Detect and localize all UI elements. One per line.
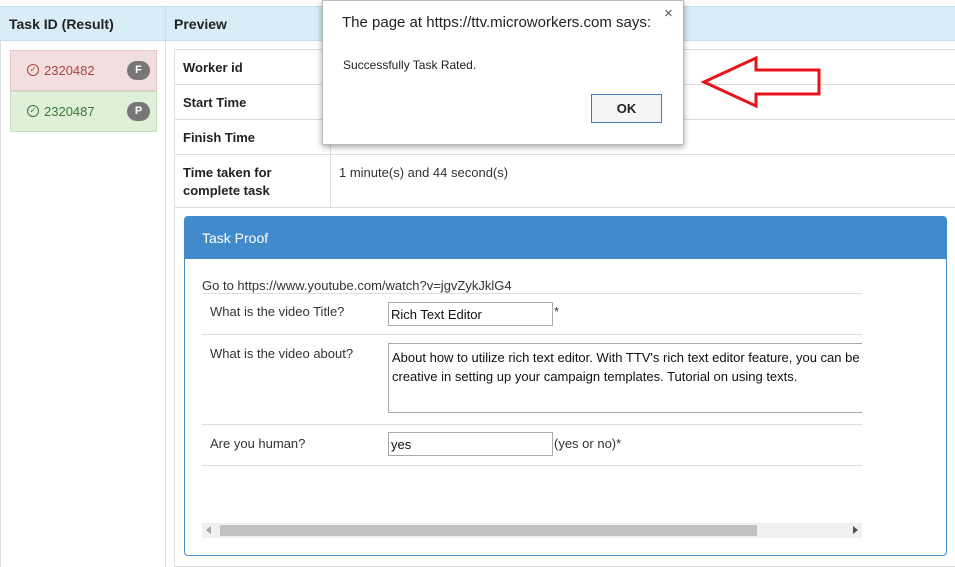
- page: Task ID (Result) Preview ✓ 2320482 F ✓ 2…: [0, 0, 955, 567]
- finish-time-label: Finish Time: [183, 130, 255, 145]
- check-circle-icon: ✓: [27, 64, 39, 76]
- time-taken-label: Time taken for complete task: [183, 164, 272, 200]
- scroll-right-icon[interactable]: [853, 526, 858, 534]
- scrollbar-thumb[interactable]: [220, 525, 757, 536]
- header-divider: [165, 7, 166, 42]
- task-proof-title: Task Proof: [185, 217, 946, 259]
- time-taken-label-line1: Time taken for: [183, 165, 272, 180]
- task-item-passed[interactable]: ✓ 2320487 P: [10, 91, 157, 132]
- question-video-about: What is the video about?: [210, 346, 354, 361]
- question-are-you-human: Are you human?: [210, 436, 306, 451]
- result-badge: P: [127, 102, 150, 121]
- question-video-title: What is the video Title?: [210, 304, 345, 319]
- video-title-answer[interactable]: Rich Text Editor: [388, 302, 553, 326]
- check-circle-icon: ✓: [27, 105, 39, 117]
- preview-header: Preview: [174, 16, 227, 32]
- close-icon[interactable]: ×: [664, 5, 673, 22]
- video-about-answer-line2: creative in setting up your campaign tem…: [392, 369, 798, 384]
- video-about-answer[interactable]: About how to utilize rich text editor. W…: [388, 343, 862, 413]
- task-item-failed[interactable]: ✓ 2320482 F: [10, 50, 157, 91]
- task-proof-panel: Task Proof Go to https://www.youtube.com…: [184, 216, 947, 556]
- task-id: 2320482: [44, 63, 95, 78]
- scroll-left-icon[interactable]: [206, 526, 211, 534]
- task-id: 2320487: [44, 104, 95, 119]
- human-answer[interactable]: yes: [388, 432, 553, 456]
- divider: [202, 465, 862, 466]
- time-taken-value: 1 minute(s) and 44 second(s): [339, 165, 509, 180]
- ok-button[interactable]: OK: [591, 94, 662, 123]
- dialog-message: Successfully Task Rated.: [343, 58, 477, 72]
- red-arrow-annotation: [700, 56, 821, 108]
- divider: [202, 424, 862, 425]
- task-id-header: Task ID (Result): [9, 16, 114, 32]
- video-about-answer-line1: About how to utilize rich text editor. W…: [392, 350, 860, 365]
- time-taken-row: Time taken for complete task 1 minute(s)…: [175, 155, 955, 208]
- start-time-label: Start Time: [183, 95, 247, 110]
- proof-instruction: Go to https://www.youtube.com/watch?v=jg…: [202, 278, 512, 293]
- divider: [202, 293, 862, 294]
- horizontal-scrollbar[interactable]: [202, 523, 862, 538]
- time-taken-label-line2: complete task: [183, 183, 270, 198]
- result-badge: F: [127, 61, 150, 80]
- dialog-title: The page at https://ttv.microworkers.com…: [342, 14, 651, 31]
- divider: [202, 334, 862, 335]
- human-answer-hint: (yes or no)*: [554, 436, 622, 451]
- alert-dialog: The page at https://ttv.microworkers.com…: [322, 0, 684, 145]
- worker-id-label: Worker id: [183, 60, 243, 75]
- required-marker: *: [554, 304, 560, 319]
- row-divider: [330, 155, 331, 207]
